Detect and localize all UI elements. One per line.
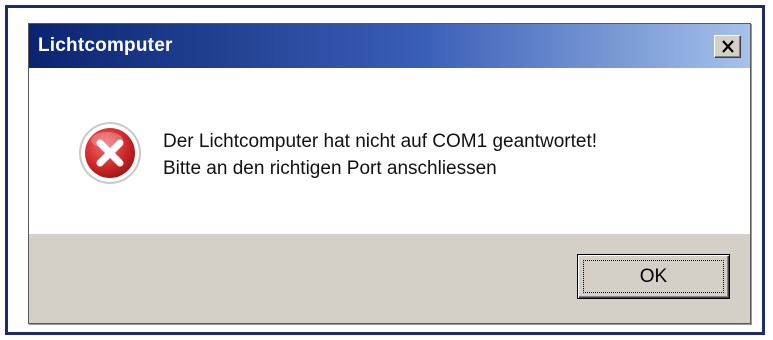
title-bar[interactable]: Lichtcomputer xyxy=(29,24,750,68)
error-icon xyxy=(79,122,141,184)
close-icon xyxy=(721,40,734,53)
dialog-title: Lichtcomputer xyxy=(38,35,173,56)
ok-label: OK xyxy=(639,265,668,287)
error-message: Der Lichtcomputer hat nicht auf COM1 gea… xyxy=(163,128,597,182)
dialog-content: Der Lichtcomputer hat nicht auf COM1 gea… xyxy=(29,68,750,234)
message-line-1: Der Lichtcomputer hat nicht auf COM1 gea… xyxy=(163,131,598,152)
ok-button[interactable]: OK xyxy=(577,254,730,299)
close-button[interactable] xyxy=(714,35,741,58)
error-dialog: Lichtcomputer Der Lichtcomputer hat nich… xyxy=(28,23,751,324)
button-bar: OK xyxy=(29,234,750,323)
message-line-2: Bitte an den richtigen Port anschliessen xyxy=(163,158,497,179)
